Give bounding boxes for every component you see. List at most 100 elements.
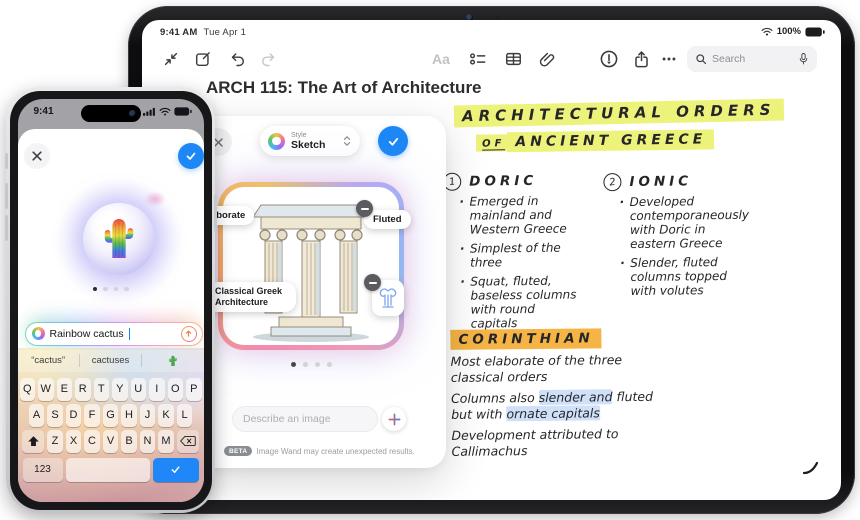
- hw-section-ionic: 2IONICDevelopedcontemporaneouslywith Dor…: [603, 171, 841, 304]
- disclaimer-text: Image Wand may create unexpected results…: [256, 447, 414, 456]
- key-w[interactable]: W: [38, 378, 54, 401]
- genmoji-page-dots[interactable]: [18, 287, 204, 292]
- key-q[interactable]: Q: [20, 378, 36, 401]
- share-icon[interactable]: [628, 46, 654, 72]
- redo-icon[interactable]: [255, 46, 281, 72]
- prompt-input[interactable]: Rainbow cactus: [25, 322, 203, 346]
- key-o[interactable]: O: [168, 378, 184, 401]
- key-f[interactable]: F: [84, 404, 100, 427]
- key-u[interactable]: U: [131, 378, 147, 401]
- hw-section-name: CORINTHIAN: [450, 328, 602, 350]
- beta-badge: BETA: [224, 446, 252, 456]
- table-icon[interactable]: [500, 46, 526, 72]
- return-key[interactable]: [153, 458, 199, 482]
- hw-line: mainland and: [470, 207, 609, 222]
- hw-section-heading: 1DORIC: [443, 171, 608, 191]
- space-key[interactable]: [66, 458, 150, 482]
- text-cursor: [129, 328, 131, 340]
- keyboard-row-2: ASDFGHJKL: [23, 404, 199, 427]
- corner-swipe-indicator[interactable]: [802, 460, 822, 480]
- hw-section-name: DORIC: [469, 173, 537, 190]
- apple-intelligence-icon: [32, 327, 45, 340]
- backspace-key[interactable]: [177, 430, 199, 453]
- checklist-icon[interactable]: [464, 46, 490, 72]
- key-g[interactable]: G: [103, 404, 119, 427]
- done-check-button[interactable]: [178, 143, 204, 169]
- volume-up-button: [5, 183, 8, 209]
- hw-section-doric: 1DORICEmerged inmainland andWestern Gree…: [443, 171, 610, 336]
- key-e[interactable]: E: [57, 378, 73, 401]
- key-y[interactable]: Y: [112, 378, 128, 401]
- describe-placeholder: Describe an image: [243, 413, 331, 425]
- keyboard: “cactus” cactuses QWERTYUIOP ASDFGHJKL: [18, 348, 204, 502]
- ipad-time: 9:41 AM: [160, 27, 197, 38]
- hw-bullet: Most elaborate of the threeclassical ord…: [441, 350, 840, 386]
- describe-row: Describe an image: [196, 402, 446, 436]
- compose-icon[interactable]: [190, 46, 216, 72]
- submit-prompt-button[interactable]: [181, 326, 197, 342]
- iphone-status-icons: [143, 107, 192, 116]
- attachment-icon[interactable]: [534, 46, 560, 72]
- key-m[interactable]: M: [158, 430, 174, 453]
- suggestion-cactus-emoji[interactable]: [142, 355, 203, 367]
- key-l[interactable]: L: [177, 404, 193, 427]
- hw-line: classical orders: [451, 366, 840, 386]
- image-page-dots[interactable]: [218, 362, 404, 367]
- suggestion-quoted[interactable]: “cactus”: [18, 355, 79, 366]
- markup-icon[interactable]: [596, 46, 622, 72]
- suggestion-cactuses[interactable]: cactuses: [80, 355, 141, 366]
- hw-section-heading: 3CORINTHIAN: [424, 326, 839, 350]
- ipad-device: 9:41 AMTue Apr 1 100% Aa: [128, 6, 855, 514]
- close-icon[interactable]: [24, 143, 50, 169]
- hw-circled-number: 2: [602, 172, 622, 192]
- chip-classical-greek[interactable]: Classical Greek Architecture: [206, 282, 296, 312]
- key-r[interactable]: R: [75, 378, 91, 401]
- key-c[interactable]: C: [84, 430, 100, 453]
- chevron-up-down-icon: [342, 134, 352, 148]
- iphone-screen: 9:41: [18, 99, 204, 502]
- image-playground-icon: [268, 133, 285, 150]
- key-t[interactable]: T: [94, 378, 110, 401]
- undo-icon[interactable]: [224, 46, 250, 72]
- hw-line: with round: [471, 301, 610, 316]
- search-field[interactable]: Search: [687, 46, 817, 72]
- key-h[interactable]: H: [121, 404, 137, 427]
- suggestion-bar: “cactus” cactuses: [18, 350, 204, 372]
- key-a[interactable]: A: [29, 404, 45, 427]
- hw-of: OF: [476, 134, 508, 151]
- stage: 9:41 AMTue Apr 1 100% Aa: [0, 0, 860, 520]
- remove-thumbnail-icon[interactable]: [364, 274, 381, 291]
- battery-icon: [174, 107, 192, 116]
- describe-input[interactable]: Describe an image: [232, 406, 378, 432]
- numbers-key[interactable]: 123: [23, 458, 63, 482]
- add-suggestion-button[interactable]: [382, 407, 406, 431]
- action-button: [5, 153, 8, 169]
- key-j[interactable]: J: [140, 404, 156, 427]
- style-selector[interactable]: Style Sketch: [260, 126, 360, 156]
- dictation-icon[interactable]: [798, 52, 809, 66]
- done-check-button[interactable]: [378, 126, 408, 156]
- key-x[interactable]: X: [66, 430, 82, 453]
- remove-fluted-icon[interactable]: [356, 200, 373, 217]
- key-k[interactable]: K: [158, 404, 174, 427]
- format-button[interactable]: Aa: [428, 46, 454, 72]
- rainbow-cactus-image: [100, 216, 138, 262]
- collapse-icon[interactable]: [158, 46, 184, 72]
- key-b[interactable]: B: [121, 430, 137, 453]
- key-s[interactable]: S: [47, 404, 63, 427]
- more-icon[interactable]: [656, 46, 682, 72]
- key-z[interactable]: Z: [47, 430, 63, 453]
- key-n[interactable]: N: [140, 430, 156, 453]
- key-d[interactable]: D: [66, 404, 82, 427]
- key-v[interactable]: V: [103, 430, 119, 453]
- key-p[interactable]: P: [186, 378, 202, 401]
- hw-bullet: Developedcontemporaneouslywith Doric ine…: [620, 193, 841, 251]
- shift-key[interactable]: [22, 430, 44, 453]
- note-title: ARCH 115: The Art of Architecture: [206, 78, 482, 98]
- hw-bullet: Slender, flutedcolumns toppedwith volute…: [620, 254, 841, 298]
- hw-section-corinthian: 3CORINTHIANMost elaborate of the threecl…: [424, 326, 840, 465]
- hw-section-heading: 2IONIC: [603, 171, 841, 192]
- key-i[interactable]: I: [149, 378, 165, 401]
- keyboard-row-3: ZXCVBNM: [23, 430, 199, 453]
- hw-line: but with ornate capitals: [451, 403, 840, 423]
